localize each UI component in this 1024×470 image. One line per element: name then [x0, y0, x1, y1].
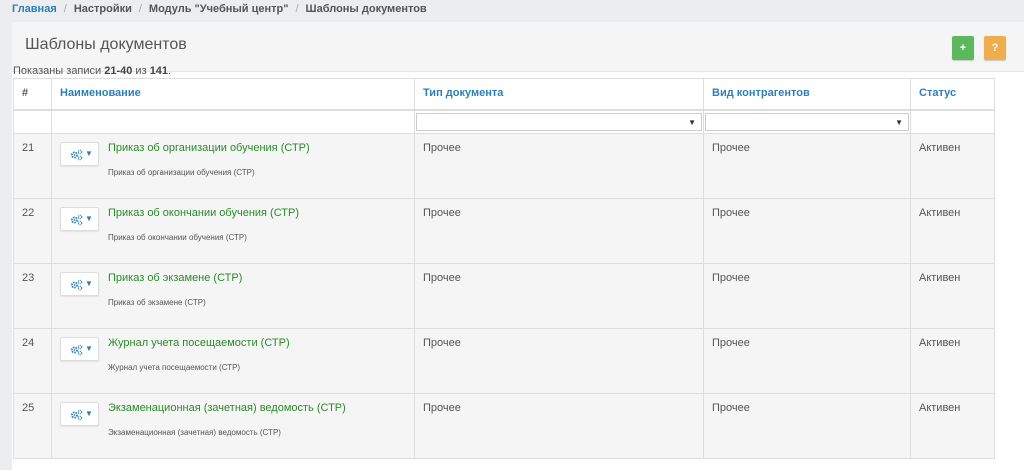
caret-down-icon: ▼: [688, 117, 696, 127]
column-header-number[interactable]: #: [13, 78, 52, 111]
caret-down-icon: ▼: [85, 343, 93, 353]
row-actions-button[interactable]: ▼: [60, 336, 99, 361]
filter-row: ▼ ▼: [13, 109, 995, 134]
template-subtitle: Приказ об организации обучения (СТР): [108, 167, 255, 177]
breadcrumb-item-settings[interactable]: Настройки: [74, 3, 132, 15]
gears-icon: [71, 149, 83, 160]
table-row: 24 ▼ Журнал учета посещаемости (СТР) Жур…: [13, 327, 995, 394]
table-row: 22 ▼ Приказ об окончании обучения (СТР) …: [13, 197, 995, 264]
summary-total: 141: [149, 65, 169, 77]
row-number: 24: [13, 327, 52, 394]
help-button[interactable]: ?: [984, 36, 1006, 60]
row-counterparty: Прочее: [703, 197, 911, 264]
row-doc-type: Прочее: [414, 327, 704, 394]
template-name-link[interactable]: Приказ об экзамене (СТР): [108, 272, 242, 284]
row-counterparty: Прочее: [703, 327, 911, 394]
row-status: Активен: [910, 327, 995, 394]
gears-icon: [71, 279, 83, 290]
template-subtitle: Журнал учета посещаемости (СТР): [108, 362, 241, 372]
summary-of: из: [132, 65, 150, 77]
row-name-cell: ▼ Журнал учета посещаемости (СТР) Журнал…: [51, 327, 415, 394]
breadcrumb-separator: /: [295, 3, 299, 15]
column-header-name[interactable]: Наименование: [51, 78, 415, 111]
counterparty-filter-select[interactable]: ▼: [705, 112, 909, 131]
caret-down-icon: ▼: [85, 213, 93, 223]
add-button[interactable]: +: [952, 36, 974, 60]
row-counterparty: Прочее: [703, 392, 911, 459]
page-title: Шаблоны документов: [25, 36, 187, 53]
row-name-cell: ▼ Приказ об организации обучения (СТР) П…: [51, 132, 415, 199]
caret-down-icon: ▼: [85, 148, 93, 158]
template-name-link[interactable]: Приказ об окончании обучения (СТР): [108, 207, 299, 219]
row-status: Активен: [910, 392, 995, 459]
row-number: 22: [13, 197, 52, 264]
template-subtitle: Приказ об экзамене (СТР): [108, 297, 206, 307]
template-name-link[interactable]: Приказ об организации обучения (СТР): [108, 142, 310, 154]
template-name-link[interactable]: Экзаменационная (зачетная) ведомость (СТ…: [108, 402, 346, 414]
filter-cell-empty: [51, 109, 415, 134]
row-actions-button[interactable]: ▼: [60, 206, 99, 231]
row-name-cell: ▼ Экзаменационная (зачетная) ведомость (…: [51, 392, 415, 459]
row-actions-button[interactable]: ▼: [60, 401, 99, 426]
table-row: 25 ▼ Экзаменационная (зачетная) ведомост…: [13, 392, 995, 459]
row-actions-button[interactable]: ▼: [60, 141, 99, 166]
row-status: Активен: [910, 132, 995, 199]
row-doc-type: Прочее: [414, 392, 704, 459]
row-doc-type: Прочее: [414, 197, 704, 264]
filter-cell-empty: [13, 109, 52, 134]
gears-icon: [71, 409, 83, 420]
row-counterparty: Прочее: [703, 132, 911, 199]
filter-cell-empty: [910, 109, 995, 134]
row-name-cell: ▼ Приказ об окончании обучения (СТР) При…: [51, 197, 415, 264]
row-actions-button[interactable]: ▼: [60, 271, 99, 296]
records-summary: Показаны записи 21-40 из 141.: [13, 65, 171, 77]
summary-suffix: .: [168, 65, 172, 77]
row-name-cell: ▼ Приказ об экзамене (СТР) Приказ об экз…: [51, 262, 415, 329]
row-counterparty: Прочее: [703, 262, 911, 329]
summary-prefix: Показаны записи: [13, 65, 105, 77]
row-doc-type: Прочее: [414, 132, 704, 199]
column-header-doc-type[interactable]: Тип документа: [414, 78, 704, 111]
row-doc-type: Прочее: [414, 262, 704, 329]
caret-down-icon: ▼: [85, 278, 93, 288]
row-number: 25: [13, 392, 52, 459]
gears-icon: [71, 344, 83, 355]
table-header-row: # Наименование Тип документа Вид контраг…: [13, 78, 995, 111]
breadcrumb-item-module[interactable]: Модуль "Учебный центр": [149, 3, 289, 15]
caret-down-icon: ▼: [895, 117, 903, 127]
breadcrumb-home[interactable]: Главная: [12, 3, 57, 15]
breadcrumb-item-current: Шаблоны документов: [305, 3, 427, 15]
table-row: 21 ▼ Приказ об организации обучения (СТР…: [13, 132, 995, 199]
breadcrumb-separator: /: [63, 3, 67, 15]
caret-down-icon: ▼: [85, 408, 93, 418]
column-header-counterparty[interactable]: Вид контрагентов: [703, 78, 911, 111]
breadcrumb-separator: /: [138, 3, 142, 15]
template-name-link[interactable]: Журнал учета посещаемости (СТР): [108, 337, 290, 349]
row-status: Активен: [910, 197, 995, 264]
row-number: 23: [13, 262, 52, 329]
row-status: Активен: [910, 262, 995, 329]
table-row: 23 ▼ Приказ об экзамене (СТР) Приказ об …: [13, 262, 995, 329]
templates-table: # Наименование Тип документа Вид контраг…: [13, 78, 995, 459]
summary-range: 21-40: [104, 65, 133, 77]
filter-cell-doc-type: ▼: [414, 109, 704, 134]
column-header-status[interactable]: Статус: [910, 78, 995, 111]
doc-type-filter-select[interactable]: ▼: [416, 112, 702, 131]
gears-icon: [71, 214, 83, 225]
template-subtitle: Экзаменационная (зачетная) ведомость (СТ…: [108, 427, 281, 437]
template-subtitle: Приказ об окончании обучения (СТР): [108, 232, 247, 242]
row-number: 21: [13, 132, 52, 199]
breadcrumb: Главная / Настройки / Модуль "Учебный центр"…: [0, 0, 1024, 20]
filter-cell-counterparty: ▼: [703, 109, 911, 134]
